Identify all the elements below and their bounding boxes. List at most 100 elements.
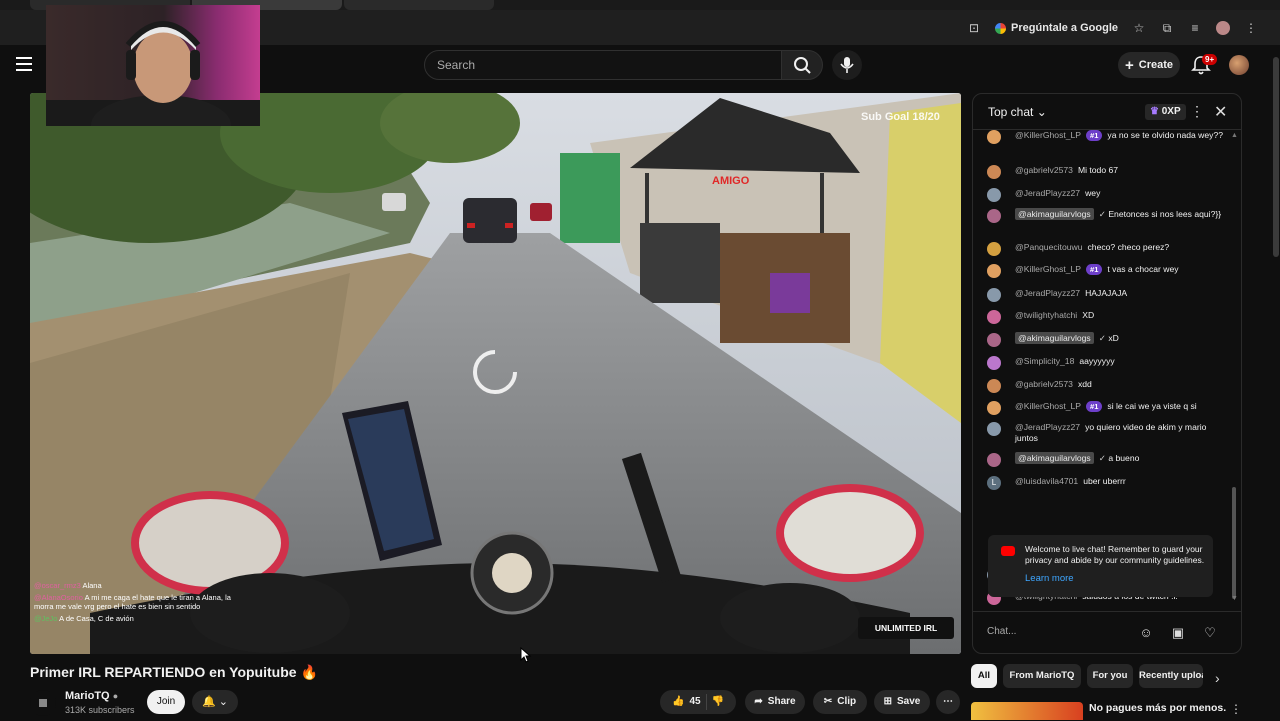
- profile-avatar[interactable]: [1216, 21, 1230, 35]
- chat-avatar[interactable]: [987, 288, 1001, 302]
- create-label: Create: [1138, 59, 1173, 71]
- browser-menu-icon[interactable]: ⋮: [1244, 21, 1258, 35]
- share-button[interactable]: ➦ Share: [745, 690, 805, 714]
- join-button[interactable]: Join: [147, 690, 185, 714]
- chip-all[interactable]: All: [971, 664, 997, 688]
- video-player[interactable]: Sub Goal 18/20 AMIGO @oscar_rmz3 Alana @…: [30, 93, 961, 654]
- bookmark-star-icon[interactable]: ☆: [1132, 21, 1146, 35]
- chat-message-body: @JeradPlayzz27 wey: [1015, 188, 1223, 199]
- more-actions-button[interactable]: ⋯: [936, 690, 960, 714]
- chat-avatar[interactable]: [987, 401, 1001, 415]
- chat-avatar[interactable]: [987, 453, 1001, 467]
- share-icon: ➦: [754, 696, 763, 707]
- ask-google-button[interactable]: Pregúntale a Google: [995, 22, 1118, 34]
- chip-for-you[interactable]: For you: [1087, 664, 1133, 688]
- chat-author[interactable]: @KillerGhost_LP: [1015, 264, 1081, 274]
- chat-author[interactable]: @akimaguilarvlogs: [1015, 208, 1094, 220]
- chat-avatar[interactable]: [987, 209, 1001, 223]
- chat-text: wey: [1085, 188, 1101, 198]
- reading-list-icon[interactable]: ≡: [1188, 21, 1202, 35]
- channel-name[interactable]: MarioTQ ●: [65, 690, 118, 702]
- super-chat-icon[interactable]: ▣: [1169, 624, 1187, 642]
- search-input[interactable]: Search: [424, 50, 782, 80]
- rank-badge: #1: [1086, 130, 1103, 141]
- menu-icon[interactable]: [16, 57, 32, 71]
- clip-button[interactable]: ✂ Clip: [813, 690, 867, 714]
- chat-avatar[interactable]: [987, 264, 1001, 278]
- chat-author[interactable]: @Panquecitouwu: [1015, 242, 1083, 252]
- chat-author[interactable]: @KillerGhost_LP: [1015, 130, 1081, 140]
- more-options-icon[interactable]: ⋮: [1230, 702, 1242, 716]
- chip-from-channel[interactable]: From MarioTQ: [1003, 664, 1081, 688]
- chat-author[interactable]: @akimaguilarvlogs: [1015, 332, 1094, 344]
- chip-recently-uploaded[interactable]: Recently uploaded: [1139, 664, 1203, 688]
- chat-text: a bueno: [1108, 453, 1140, 463]
- like-button[interactable]: 👍 45: [672, 690, 701, 714]
- mouse-cursor-icon: [520, 647, 532, 663]
- chat-message-body: @luisdavila4701 uber uberrr: [1015, 476, 1223, 487]
- chat-author[interactable]: @twilightyhatchi: [1015, 310, 1077, 320]
- chat-mode-label: Top chat: [988, 105, 1034, 119]
- chat-text: Mi todo 67: [1077, 165, 1119, 175]
- chat-avatar[interactable]: [987, 379, 1001, 393]
- install-icon[interactable]: ⊡: [967, 21, 981, 35]
- dislike-button[interactable]: 👎: [712, 690, 724, 714]
- chat-avatar[interactable]: L: [987, 476, 1001, 490]
- chat-message-list[interactable]: @KillerGhost_LP #1 ya no se te olvido nada…: [973, 130, 1235, 608]
- overlay-chat-user: @oscar_rmz3: [34, 581, 81, 590]
- emoji-icon[interactable]: ☺: [1137, 624, 1155, 642]
- divider: [705, 694, 707, 710]
- chat-avatar[interactable]: [987, 130, 1001, 144]
- chat-author[interactable]: @gabrielv2573: [1015, 379, 1073, 389]
- voice-search-button[interactable]: [832, 50, 862, 80]
- chevron-right-icon[interactable]: ›: [1215, 670, 1220, 686]
- search-button[interactable]: [781, 50, 823, 80]
- chat-message-body: @Panquecitouwu checo? checo perez?: [1015, 242, 1223, 253]
- chat-author[interactable]: @JeradPlayzz27: [1015, 422, 1080, 432]
- chat-text: checo? checo perez?: [1087, 242, 1170, 252]
- close-icon[interactable]: ✕: [1214, 102, 1227, 122]
- chat-avatar[interactable]: [987, 188, 1001, 202]
- chat-mode-dropdown[interactable]: Top chat ⌄: [988, 105, 1047, 119]
- chat-input[interactable]: Chat...: [987, 626, 1127, 637]
- chat-author[interactable]: @akimaguilarvlogs: [1015, 452, 1094, 464]
- more-options-icon[interactable]: ⋮: [1190, 103, 1204, 120]
- recommendation-title[interactable]: No pagues más por menos.: [1089, 702, 1226, 714]
- page-scrollbar[interactable]: [1272, 45, 1280, 720]
- chat-author[interactable]: @JeradPlayzz27: [1015, 188, 1080, 198]
- webcam-overlay: [46, 5, 260, 126]
- sub-goal-overlay: Sub Goal 18/20: [861, 111, 940, 123]
- chevron-down-icon: ⌄: [1036, 105, 1047, 119]
- chat-author[interactable]: @JeradPlayzz27: [1015, 288, 1080, 298]
- subscription-bell-button[interactable]: 🔔 ⌄: [192, 690, 238, 714]
- chat-avatar[interactable]: [987, 242, 1001, 256]
- clip-label: Clip: [837, 696, 857, 707]
- channel-name-text: MarioTQ: [65, 690, 110, 702]
- chat-scrollbar[interactable]: ▲ ▼: [1231, 132, 1238, 607]
- chat-avatar[interactable]: [987, 165, 1001, 179]
- browser-tab[interactable]: [344, 0, 494, 10]
- chat-author[interactable]: @KillerGhost_LP: [1015, 401, 1081, 411]
- chat-avatar[interactable]: [987, 422, 1001, 436]
- account-avatar[interactable]: [1229, 55, 1249, 75]
- extensions-icon[interactable]: ⧉: [1160, 21, 1174, 35]
- create-button[interactable]: + Create: [1118, 52, 1180, 78]
- share-label: Share: [767, 696, 796, 707]
- chat-author[interactable]: @Simplicity_18: [1015, 356, 1074, 366]
- chat-text: XD: [1082, 310, 1095, 320]
- chat-author[interactable]: @luisdavila4701: [1015, 476, 1078, 486]
- chat-text: xdd: [1077, 379, 1092, 389]
- learn-more-link[interactable]: Learn more: [1025, 573, 1074, 584]
- overlay-chat-line: @oscar_rmz3 Alana: [34, 581, 234, 591]
- chat-author[interactable]: @gabrielv2573: [1015, 165, 1073, 175]
- bookmark-icon: ⊞: [883, 696, 893, 707]
- points-badge[interactable]: ♛ 0XP: [1145, 104, 1186, 120]
- heart-icon[interactable]: ♡: [1201, 624, 1219, 642]
- recommendation-thumbnail[interactable]: [971, 702, 1083, 720]
- chat-avatar[interactable]: [987, 310, 1001, 324]
- channel-avatar[interactable]: [30, 690, 56, 716]
- chat-avatar[interactable]: [987, 333, 1001, 347]
- save-button[interactable]: ⊞ Save: [874, 690, 930, 714]
- video-title-text: Primer IRL REPARTIENDO en Yopuitube: [30, 664, 297, 680]
- chat-avatar[interactable]: [987, 356, 1001, 370]
